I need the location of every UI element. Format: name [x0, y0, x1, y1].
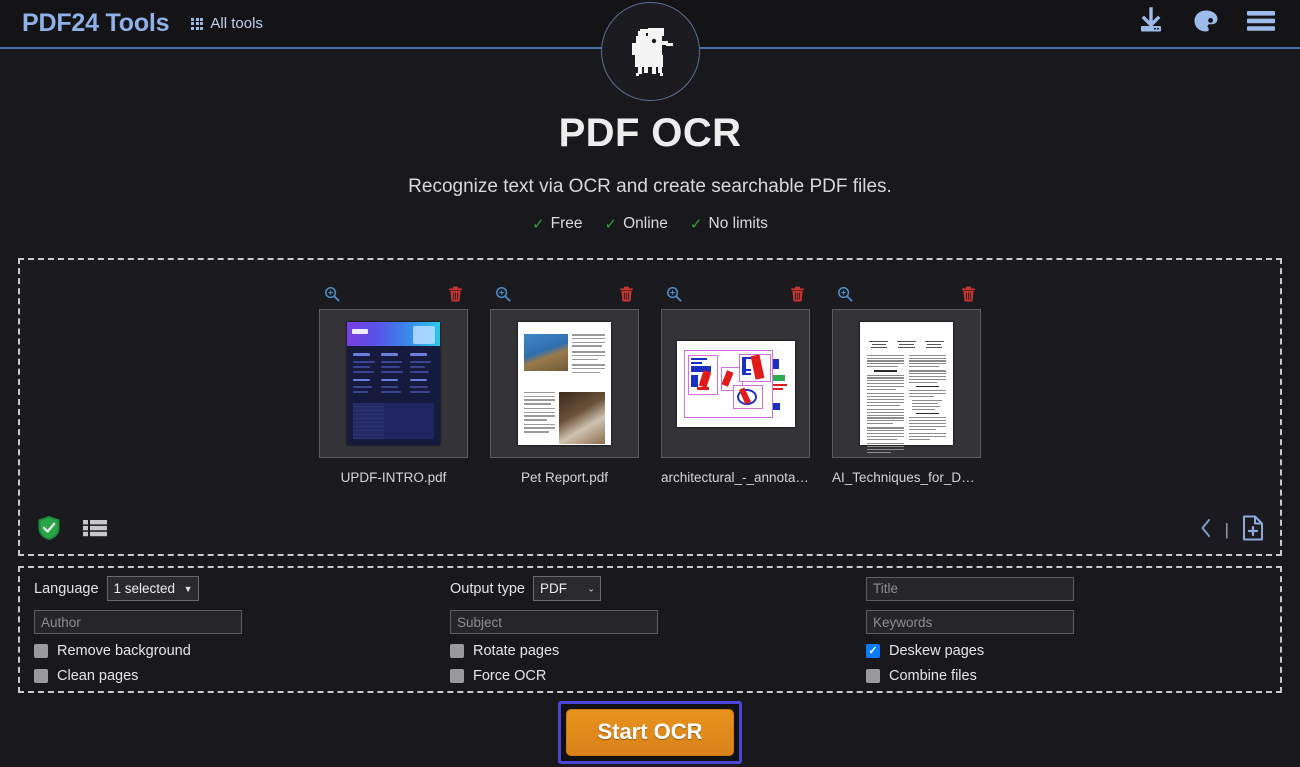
- language-label: Language: [34, 580, 99, 597]
- dropzone-toolbar: |: [20, 506, 1280, 554]
- thumbnail-image[interactable]: [319, 309, 468, 458]
- checkbox-label: Rotate pages: [473, 643, 560, 659]
- checkbox-box[interactable]: [34, 669, 48, 683]
- subject-field: [450, 610, 866, 634]
- checkbox-remove-background[interactable]: Remove background: [34, 643, 450, 659]
- file-thumbnail: architectural_-_annotati...: [661, 286, 810, 485]
- file-thumbnail-list: UPDF-INTRO.pdf Pet Report.pdf architectu…: [20, 260, 1280, 485]
- output-type-select[interactable]: PDF: [532, 576, 601, 601]
- toolbar-divider: |: [1224, 520, 1229, 539]
- file-thumbnail: AI_Techniques_for_Dete...: [832, 286, 981, 485]
- thumbnail-image[interactable]: [661, 309, 810, 458]
- subject-input[interactable]: [450, 610, 658, 634]
- file-name: architectural_-_annotati...: [661, 470, 810, 485]
- check-icon: ✓: [604, 216, 618, 233]
- zoom-in-icon[interactable]: [837, 286, 853, 307]
- trash-icon[interactable]: [619, 286, 634, 307]
- author-field: [34, 610, 450, 634]
- doc-preview-updf: [347, 322, 440, 445]
- checkbox-box[interactable]: [450, 644, 464, 658]
- language-select-wrap: 1 selected ▼: [106, 576, 199, 601]
- checkbox-box[interactable]: [34, 644, 48, 658]
- check-icon: ✓: [532, 216, 545, 233]
- output-type-label: Output type: [450, 580, 525, 597]
- download-icon[interactable]: [1136, 7, 1166, 40]
- checkbox-label: Deskew pages: [889, 643, 985, 659]
- file-thumbnail: Pet Report.pdf: [490, 286, 639, 485]
- page-subtitle: Recognize text via OCR and create search…: [408, 176, 892, 197]
- feature-item: ✓ No limits: [690, 215, 768, 233]
- grid-icon: [191, 17, 204, 30]
- feature-label: Online: [623, 215, 668, 232]
- check-icon: ✓: [689, 216, 703, 233]
- checkbox-box[interactable]: [450, 669, 464, 683]
- file-name: AI_Techniques_for_Dete...: [832, 470, 981, 485]
- output-type-select-wrap: PDF ⌄: [532, 576, 601, 601]
- palette-icon[interactable]: [1192, 8, 1220, 39]
- dropzone-toolbar-right: |: [1200, 515, 1264, 546]
- hamburger-menu-icon[interactable]: [1246, 9, 1276, 38]
- checkbox-label: Clean pages: [57, 668, 139, 684]
- add-file-icon[interactable]: [1242, 515, 1264, 546]
- checkbox-deskew-pages[interactable]: Deskew pages: [866, 643, 1266, 659]
- thumbnail-image[interactable]: [832, 309, 981, 458]
- title-input[interactable]: [866, 576, 1074, 601]
- doc-preview-architectural: [676, 340, 795, 427]
- thumbnail-tools: [661, 286, 810, 309]
- thumbnail-tools: [490, 286, 639, 309]
- zoom-in-icon[interactable]: [666, 286, 682, 307]
- dropzone-toolbar-left: [37, 515, 107, 546]
- trash-icon[interactable]: [448, 286, 463, 307]
- checkbox-label: Combine files: [889, 668, 977, 684]
- language-select[interactable]: 1 selected: [106, 576, 199, 601]
- feature-item: ✓ Online: [605, 215, 668, 233]
- start-ocr-focus-ring: Start OCR: [558, 701, 742, 764]
- checkbox-label: Force OCR: [473, 668, 547, 684]
- all-tools-link[interactable]: All tools: [191, 15, 263, 32]
- keywords-input[interactable]: [866, 610, 1074, 634]
- checkbox-combine-files[interactable]: Combine files: [866, 668, 1266, 684]
- checkbox-rotate-pages[interactable]: Rotate pages: [450, 643, 866, 659]
- author-input[interactable]: [34, 610, 242, 634]
- checkbox-box[interactable]: [866, 644, 880, 658]
- zoom-in-icon[interactable]: [495, 286, 511, 307]
- zoom-in-icon[interactable]: [324, 286, 340, 307]
- keywords-field: [866, 610, 1266, 634]
- start-ocr-button[interactable]: Start OCR: [566, 709, 734, 756]
- page-title: PDF OCR: [558, 111, 742, 155]
- all-tools-label: All tools: [210, 15, 263, 32]
- options-grid: Language 1 selected ▼ Output type PDF ⌄: [34, 576, 1266, 684]
- thumbnail-tools: [319, 286, 468, 309]
- checkbox-box[interactable]: [866, 669, 880, 683]
- doc-preview-ai-techniques: [860, 322, 953, 453]
- brand-logo-text[interactable]: PDF24 Tools: [22, 9, 170, 38]
- file-thumbnail: UPDF-INTRO.pdf: [319, 286, 468, 485]
- action-bar: Start OCR: [0, 701, 1300, 764]
- thumbnail-image[interactable]: [490, 309, 639, 458]
- file-dropzone[interactable]: UPDF-INTRO.pdf Pet Report.pdf architectu…: [18, 258, 1282, 556]
- shield-check-icon[interactable]: [37, 515, 61, 546]
- pdf24-logo-icon: [631, 27, 673, 76]
- feature-list: ✓ Free ✓ Online ✓ No limits: [0, 215, 1300, 233]
- feature-label: No limits: [708, 215, 768, 232]
- output-type-field: Output type PDF ⌄: [450, 576, 866, 601]
- file-name: Pet Report.pdf: [520, 470, 609, 485]
- checkbox-clean-pages[interactable]: Clean pages: [34, 668, 450, 684]
- thumbnail-tools: [832, 286, 981, 309]
- pdf24-logo-badge: [601, 2, 700, 101]
- checkbox-force-ocr[interactable]: Force OCR: [450, 668, 866, 684]
- options-panel: Language 1 selected ▼ Output type PDF ⌄: [18, 566, 1282, 693]
- file-name: UPDF-INTRO.pdf: [340, 470, 447, 485]
- trash-icon[interactable]: [790, 286, 805, 307]
- list-view-icon[interactable]: [83, 519, 107, 542]
- trash-icon[interactable]: [961, 286, 976, 307]
- feature-item: ✓ Free: [532, 215, 582, 233]
- doc-preview-pet-report: [518, 322, 611, 445]
- checkbox-label: Remove background: [57, 643, 191, 659]
- title-field: [866, 576, 1266, 601]
- chevron-left-icon[interactable]: [1200, 518, 1212, 543]
- header-actions: [1136, 7, 1278, 40]
- language-field: Language 1 selected ▼: [34, 576, 450, 601]
- feature-label: Free: [550, 215, 583, 232]
